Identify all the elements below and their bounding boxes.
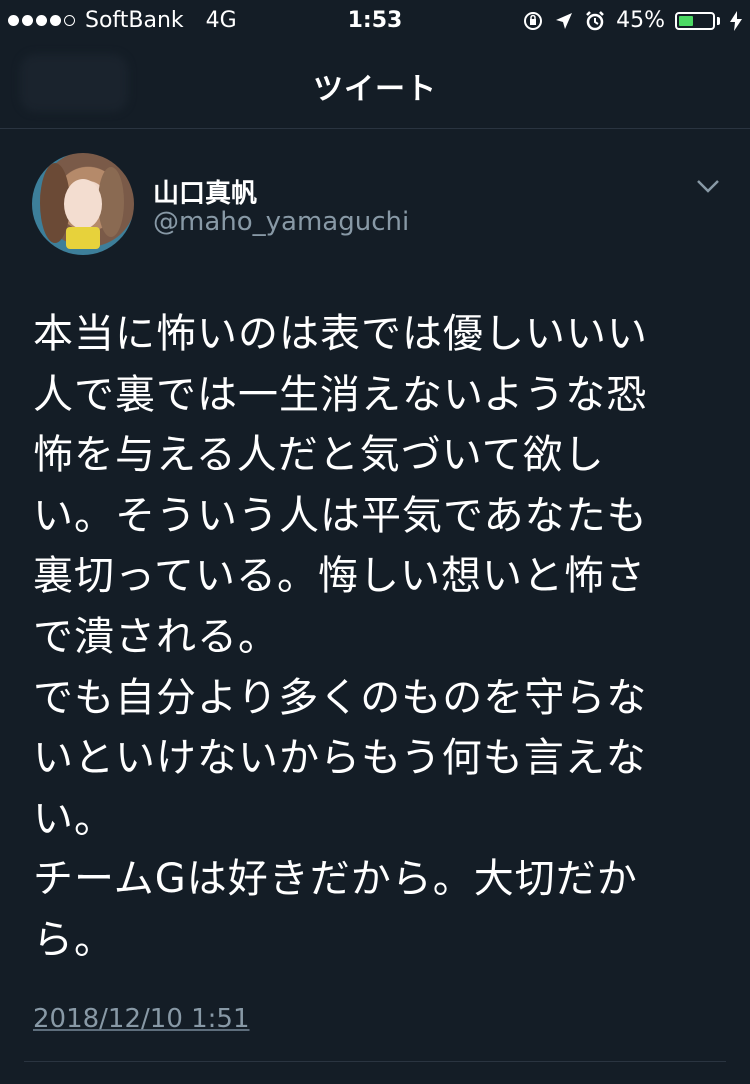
avatar[interactable] (32, 153, 134, 255)
tweet-text-line: でも自分より多くのものを守らな (33, 674, 648, 721)
battery-icon (675, 11, 715, 30)
tweet-text-line: 人で裏では一生消えないような恐 (33, 371, 648, 418)
divider (24, 1061, 726, 1062)
battery-fill (679, 15, 693, 26)
tweet-text-line: 本当に怖いのは表では優しいいい (33, 311, 648, 357)
charging-bolt-icon (730, 10, 742, 31)
navigation-bar: ツイート (0, 40, 750, 129)
avatar-face (64, 179, 102, 229)
avatar-collar (66, 227, 100, 249)
tweet-text-line: チームGは好きだから。大切だか (33, 856, 638, 903)
alarm-clock-icon (586, 10, 604, 30)
battery-tip (717, 16, 720, 25)
author-name[interactable]: 山口真帆 (153, 173, 257, 210)
tweet-text-line: 裏切っている。悔しい想いと怖さ (33, 553, 646, 600)
status-bar: SoftBank 4G 1:53 45% (0, 0, 750, 40)
orientation-lock-icon (524, 11, 543, 30)
tweet-text-line: で潰される。 (33, 613, 279, 660)
tweet-text-line: いといけないからもう何も言えな (33, 735, 647, 782)
battery-percent: 45% (616, 8, 665, 33)
tweet-timestamp[interactable]: 2018/12/10 1:51 (33, 1004, 250, 1034)
author-handle[interactable]: @maho_yamaguchi (153, 207, 409, 237)
page-title: ツイート (313, 72, 437, 107)
tweet-text: 本当に怖いのは表では優しいいい 人で裏では一生消えないような恐 怖を与える人だと… (33, 304, 723, 971)
status-right: 45% (522, 8, 742, 33)
tweet-text-line: い。そういう人は平気であなたも (33, 492, 648, 539)
chevron-down-icon[interactable] (696, 177, 720, 195)
location-arrow-icon (556, 12, 573, 29)
tweet-text-line: い。 (33, 795, 115, 842)
tweet-text-line: ら。 (33, 916, 115, 963)
tweet-text-line: 怖を与える人だと気づいて欲し (33, 432, 605, 479)
